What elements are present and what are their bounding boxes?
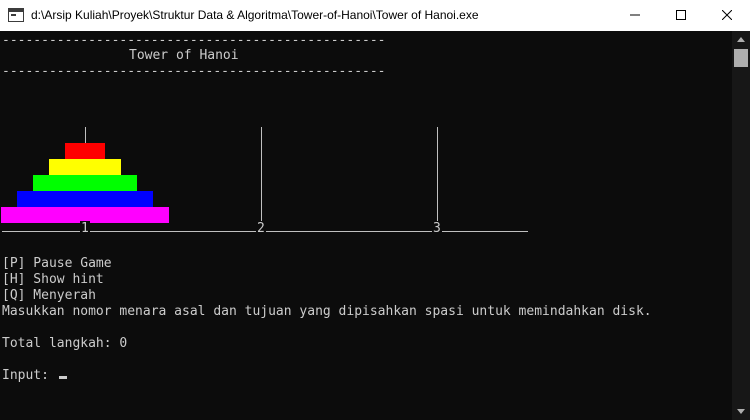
window-title: d:\Arsip Kuliah\Proyek\Struktur Data & A… bbox=[31, 8, 479, 22]
close-icon bbox=[722, 10, 732, 20]
tower-label-3: 3 bbox=[432, 221, 442, 237]
scroll-down-button[interactable] bbox=[732, 403, 750, 420]
close-button[interactable] bbox=[704, 0, 750, 31]
menu-pause: [P] Pause Game bbox=[2, 256, 112, 271]
input-prompt[interactable]: Input: bbox=[2, 368, 67, 384]
minimize-icon bbox=[630, 14, 640, 16]
move-counter: Total langkah: 0 bbox=[2, 336, 128, 351]
tower-label-2: 2 bbox=[256, 221, 266, 237]
text-cursor bbox=[58, 376, 67, 379]
maximize-button[interactable] bbox=[658, 0, 704, 31]
disk-4 bbox=[17, 191, 153, 207]
vertical-scrollbar[interactable] bbox=[732, 31, 750, 420]
tower-label-1: 1 bbox=[80, 221, 90, 237]
disk-1 bbox=[65, 143, 105, 159]
menu-quit: [Q] Menyerah bbox=[2, 288, 96, 303]
scroll-down-arrow-icon bbox=[737, 409, 745, 414]
instruction-text: Masukkan nomor menara asal dan tujuan ya… bbox=[2, 304, 652, 319]
tower-pole-3 bbox=[437, 127, 438, 223]
header-rule-top: ----------------------------------------… bbox=[2, 33, 386, 48]
menu-hint: [H] Show hint bbox=[2, 272, 104, 287]
scrollbar-thumb[interactable] bbox=[734, 49, 748, 67]
header-title: Tower of Hanoi bbox=[129, 48, 239, 63]
scroll-up-button[interactable] bbox=[732, 31, 750, 48]
disk-2 bbox=[49, 159, 121, 175]
scroll-up-arrow-icon bbox=[737, 37, 745, 42]
header-rule-bottom: ----------------------------------------… bbox=[2, 64, 386, 79]
minimize-button[interactable] bbox=[612, 0, 658, 31]
input-label: Input: bbox=[2, 368, 57, 383]
console-app-icon bbox=[8, 8, 24, 22]
maximize-icon bbox=[676, 10, 686, 20]
console-output[interactable]: ----------------------------------------… bbox=[0, 31, 732, 420]
disk-3 bbox=[33, 175, 137, 191]
tower-pole-2 bbox=[261, 127, 262, 223]
title-bar[interactable]: d:\Arsip Kuliah\Proyek\Struktur Data & A… bbox=[0, 0, 750, 31]
